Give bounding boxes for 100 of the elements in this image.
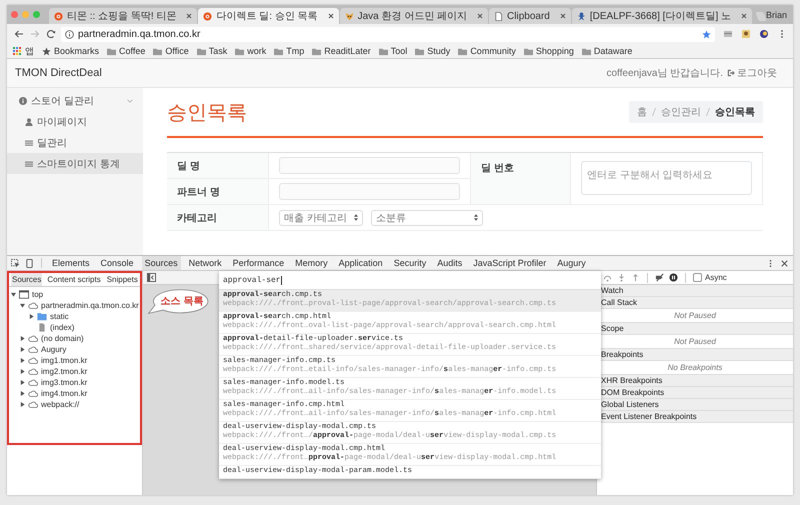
sidebar-item[interactable]: 스마트이미지 통계 [7,153,143,174]
bookmark-item[interactable]: Office [153,46,189,56]
disclosure-icon[interactable] [20,402,25,407]
disclosure-icon[interactable] [29,314,34,319]
back-icon[interactable] [14,29,24,39]
navigator-tab[interactable]: Content scripts [46,273,102,286]
bookmark-item[interactable]: Tool [378,46,408,56]
close-tab-icon[interactable] [741,13,748,19]
bookmark-star-icon[interactable] [702,30,711,38]
browser-tab[interactable]: [DEALPF-3668] [다이렉트딜] 노 [572,8,752,24]
sidebar-item[interactable]: 마이페이지 [7,111,143,132]
disclosure-icon[interactable] [20,336,25,341]
disclosure-icon[interactable] [20,347,25,352]
tree-item[interactable]: img3.tmon.kr [9,377,140,388]
navigator-tab[interactable]: Snippets [106,273,139,286]
profile-name[interactable]: Brian [766,10,793,20]
tree-item[interactable]: (index) [9,322,140,333]
tree-item[interactable]: img4.tmon.kr [9,388,140,399]
browser-tab[interactable]: 다이렉트 딜: 승인 목록 [198,8,339,24]
input-field[interactable] [279,157,460,174]
folder-icon [153,46,162,56]
tree-item[interactable]: webpack:// [9,399,140,410]
sidebar-item[interactable]: 딜관리 [7,132,143,153]
devtools-tab[interactable]: JavaScript Profiler [470,256,550,270]
close-tab-icon[interactable] [186,13,192,19]
step-over-icon[interactable] [603,273,612,282]
list-icon [25,160,33,168]
bookmark-item[interactable]: Bookmarks [42,46,100,56]
checkbox[interactable] [693,273,702,282]
disclosure-icon[interactable] [20,369,25,374]
folder-icon [235,46,244,56]
devtools-tab[interactable]: Audits [434,256,466,270]
separator-icon [652,107,656,117]
sidebar-toggle-icon[interactable] [147,273,156,282]
browser-tab[interactable]: 티몬 :: 쇼핑을 똑딱! 티몬 [49,8,198,24]
bookmark-item[interactable]: 앱 [13,44,34,58]
disclosure-icon[interactable] [20,358,25,363]
tree-item[interactable]: static [9,311,140,322]
bookmark-item[interactable]: Dataware [582,46,632,56]
bookmark-item[interactable]: Coffee [107,46,146,56]
bookmark-item[interactable]: Community [458,46,516,56]
inspect-icon[interactable] [11,258,20,268]
input-field[interactable] [279,183,460,200]
breadcrumb-item: 승인목록 [715,106,755,119]
device-icon[interactable] [25,258,34,268]
devtools-tab[interactable]: Performance [230,256,288,270]
brand-title: TMON DirectDeal [15,67,102,79]
async-checkbox[interactable]: Async [693,273,727,282]
devtools-tab[interactable]: Console [98,256,137,270]
pause-icon[interactable] [669,273,678,282]
folder-icon [274,46,284,56]
bookmark-item[interactable]: Shopping [524,46,574,56]
tree-item[interactable]: (no domain) [9,333,140,344]
sidebar-group[interactable]: 스토어 딜관리 [7,90,143,111]
disclosure-icon[interactable] [20,303,25,308]
close-tab-icon[interactable] [477,13,484,19]
devtools-tab[interactable]: Memory [292,256,331,270]
step-out-icon[interactable] [631,273,640,282]
reload-icon[interactable] [46,29,56,39]
bookmark-item[interactable]: work [235,46,266,56]
updown-icon [354,214,358,221]
tree-item[interactable]: img1.tmon.kr [9,355,140,366]
tree-item[interactable]: img2.tmon.kr [9,366,140,377]
step-into-icon[interactable] [617,273,626,282]
figure-icon [576,12,586,20]
devtools-tab[interactable]: Sources [142,256,181,270]
tree-item[interactable]: top [9,289,140,300]
devtools-tab[interactable]: Application [336,256,386,270]
extension-icon[interactable] [759,29,769,39]
bookmark-item[interactable]: Task [196,46,228,56]
logout-link[interactable]: 로그아웃 [727,66,777,80]
devtools-tab[interactable]: Augury [554,256,589,270]
dropdown-select[interactable]: 소분류 [371,210,483,226]
close-tab-icon[interactable] [328,13,334,19]
devtools-tab[interactable]: Elements [49,256,93,270]
bookmark-item[interactable]: Tmp [274,46,304,56]
disclosure-icon[interactable] [20,380,25,385]
browser-tab[interactable]: Clipboard [489,8,571,24]
favicon-icon [203,12,212,20]
tree-item[interactable]: partneradmin.qa.tmon.co.kr [9,300,140,311]
extension-icon[interactable] [741,29,751,39]
close-icon[interactable] [780,258,789,268]
disclosure-icon[interactable] [11,292,16,297]
info-icon [65,30,74,38]
deactivate-breakpoints-icon[interactable] [655,273,664,282]
tree-item[interactable]: Augury [9,344,140,355]
devtools-tab[interactable]: Network [186,256,225,270]
folder-icon [582,46,591,56]
bookmark-item[interactable]: ReaditLater [312,46,371,56]
window-icon [19,290,29,299]
folder-icon [378,46,388,56]
devtools-tab[interactable]: Security [390,256,430,270]
address-field[interactable]: partneradmin.qa.tmon.co.kr [61,26,715,42]
browser-tab[interactable]: Java 환경 어드민 페이지 [340,8,488,24]
close-tab-icon[interactable] [560,13,566,19]
greeting-text: coffeenjava님 반갑습니다. [606,67,723,80]
dropdown-select[interactable]: 매출 카테고리 [279,210,363,226]
disclosure-icon[interactable] [20,391,25,396]
bookmark-item[interactable]: Study [415,46,450,56]
navigator-tab[interactable]: Sources [11,273,42,286]
